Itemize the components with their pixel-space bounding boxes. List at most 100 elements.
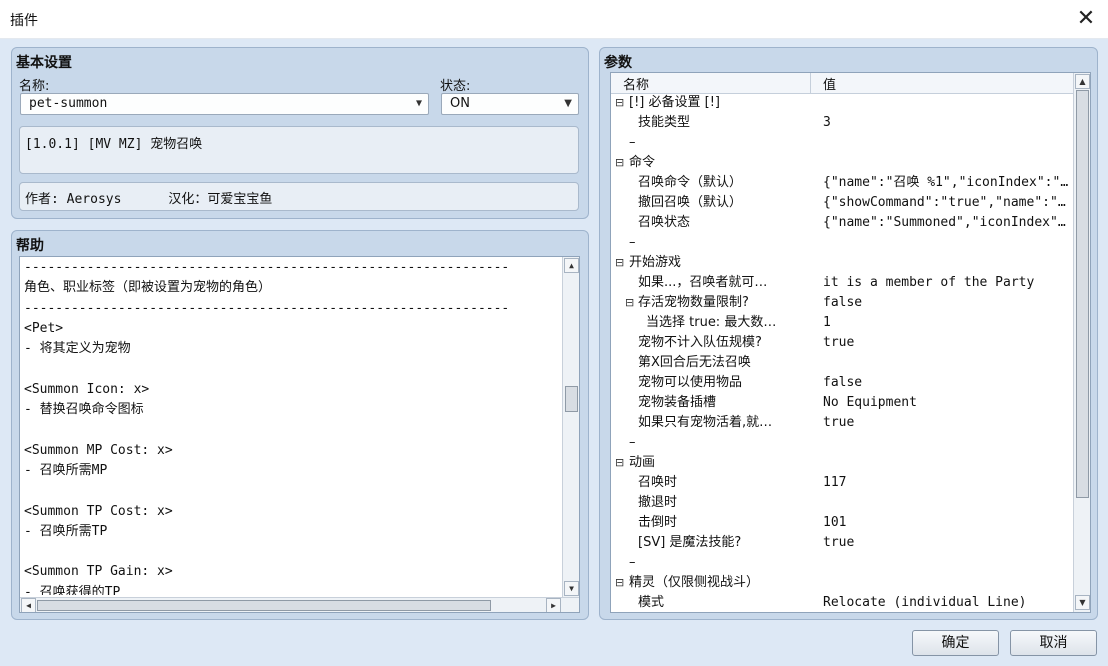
column-header-name[interactable]: 名称 [623, 74, 649, 93]
parameter-name: 存活宠物数量限制? [638, 295, 749, 310]
parameter-row[interactable]: – [611, 233, 1073, 253]
parameter-row[interactable]: 宠物可以使用物品 false [611, 373, 1073, 393]
collapse-toggle-icon[interactable]: ⊟ [615, 253, 624, 273]
scroll-up-icon[interactable]: ▲ [1075, 74, 1090, 89]
parameter-name: 击倒时 [638, 515, 678, 530]
collapse-toggle-icon[interactable]: ⊟ [615, 93, 624, 113]
parameter-row[interactable]: ⊟ 动画 [611, 453, 1073, 473]
parameters-table-header: 名称 值 [611, 73, 1073, 94]
parameter-row[interactable]: 模式 Relocate (individual Line) [611, 593, 1073, 612]
help-line: ----------------------------------------… [24, 300, 510, 316]
parameter-value: {"name":"召唤 %1","iconIndex":"79"… [823, 175, 1071, 190]
parameter-row[interactable]: 宠物装备插槽 No Equipment [611, 393, 1073, 413]
parameter-value: 3 [823, 115, 831, 130]
parameter-value: {"name":"Summoned","iconIndex":"79… [823, 215, 1071, 230]
scroll-right-icon[interactable]: ▶ [546, 598, 561, 612]
parameter-row[interactable]: ⊟ 存活宠物数量限制? false [611, 293, 1073, 313]
help-line: <Summon MP Cost: x> [24, 442, 173, 458]
help-line [20, 359, 560, 379]
parameter-name: 召唤时 [638, 475, 678, 490]
parameter-value: No Equipment [823, 395, 917, 410]
help-horizontal-scrollbar[interactable]: ◀ ▶ [20, 597, 579, 612]
column-header-value[interactable]: 值 [823, 74, 836, 93]
parameter-name: 命令 [629, 155, 656, 170]
cancel-button[interactable]: 取消 [1010, 630, 1097, 656]
parameter-row[interactable]: ⊟ 精灵（仅限侧视战斗） [611, 573, 1073, 593]
help-line [20, 481, 560, 501]
parameter-value: 1 [823, 315, 831, 330]
parameter-row[interactable]: 召唤命令（默认） {"name":"召唤 %1","iconIndex":"79"… [611, 173, 1073, 193]
status-label: 状态: [440, 79, 471, 94]
parameters-panel: 参数 名称 值 ⊟ [!] 必备设置 [!] 技能类型 3– ⊟ 命令 召唤命令（默认） {"… [599, 47, 1098, 620]
parameter-name: – [629, 135, 636, 150]
help-line: - 替换召唤命令图标 [24, 402, 144, 418]
parameter-row[interactable]: ⊟ [!] 必备设置 [!] [611, 93, 1073, 113]
chevron-down-icon: ▼ [564, 98, 572, 109]
help-lines: ----------------------------------------… [20, 258, 560, 595]
parameter-name: – [629, 435, 636, 450]
parameter-value: {"showCommand":"true","name":"撤回… [823, 195, 1071, 210]
basic-settings-title: 基本设置 [16, 55, 72, 71]
help-text-area[interactable]: ----------------------------------------… [19, 256, 580, 613]
status-select[interactable]: ON ▼ [441, 93, 579, 115]
parameter-value: false [823, 375, 863, 390]
scroll-down-icon[interactable]: ▼ [564, 581, 579, 596]
help-scroll-thumb[interactable] [565, 386, 578, 412]
parameter-row[interactable]: [SV] 是魔法技能? true [611, 533, 1073, 553]
help-line: <Summon Icon: x> [24, 381, 150, 397]
parameters-table[interactable]: 名称 值 ⊟ [!] 必备设置 [!] 技能类型 3– ⊟ 命令 召唤命令（默认） {"nam… [610, 72, 1091, 613]
help-panel: 帮助 -------------------------------------… [11, 230, 589, 620]
help-title: 帮助 [16, 238, 44, 254]
parameter-name: 如果...，召唤者就可… [638, 275, 768, 290]
collapse-toggle-icon[interactable]: ⊟ [615, 453, 624, 473]
parameter-row[interactable]: – [611, 433, 1073, 453]
parameter-row[interactable]: 击倒时 101 [611, 513, 1073, 533]
help-line: ----------------------------------------… [24, 260, 510, 275]
parameter-row[interactable]: 如果只有宠物活着,就… true [611, 413, 1073, 433]
help-line: - 将其定义为宠物 [24, 341, 131, 357]
parameter-row[interactable]: 撤回召唤（默认） {"showCommand":"true","name":"撤回… [611, 193, 1073, 213]
parameter-row[interactable]: 宠物不计入队伍规模? true [611, 333, 1073, 353]
help-line: - 召唤所需MP [24, 462, 108, 478]
collapse-toggle-icon[interactable]: ⊟ [615, 573, 624, 593]
parameter-name: 模式 [638, 595, 665, 610]
collapse-toggle-icon[interactable]: ⊟ [615, 153, 624, 173]
parameter-row[interactable]: 如果...，召唤者就可… it is a member of the Party [611, 273, 1073, 293]
parameter-name: 撤退时 [638, 495, 678, 510]
scroll-left-icon[interactable]: ◀ [21, 598, 36, 612]
parameter-row[interactable]: 技能类型 3 [611, 113, 1073, 133]
parameter-name: 宠物可以使用物品 [638, 375, 743, 390]
parameter-row[interactable]: 第X回合后无法召唤 [611, 353, 1073, 373]
scroll-down-icon[interactable]: ▼ [1075, 595, 1090, 610]
parameter-name: 动画 [629, 455, 656, 470]
parameters-scroll-thumb[interactable] [1076, 90, 1089, 498]
parameter-name: 撤回召唤（默认） [638, 195, 743, 210]
close-icon[interactable]: ✕ [1072, 5, 1100, 33]
plugin-author-text: 作者: Aerosys 汉化：可爱宝宝鱼 [25, 192, 273, 207]
parameter-row[interactable]: ⊟ 开始游戏 [611, 253, 1073, 273]
parameter-name: – [629, 555, 636, 570]
plugin-description: [1.0.1] [MV MZ] 宠物召唤 [19, 126, 579, 174]
parameter-value: true [823, 335, 855, 350]
parameter-row[interactable]: 召唤时 117 [611, 473, 1073, 493]
parameter-row[interactable]: ⊟ 命令 [611, 153, 1073, 173]
name-label: 名称: [19, 79, 50, 94]
status-value: ON [450, 96, 470, 111]
parameters-vertical-scrollbar[interactable]: ▲ ▼ [1073, 73, 1090, 612]
window-title: 插件 [10, 13, 38, 29]
parameter-name: 技能类型 [638, 115, 691, 130]
help-line: <Pet> [24, 320, 64, 336]
parameter-value: true [823, 415, 855, 430]
collapse-toggle-icon[interactable]: ⊟ [625, 293, 634, 313]
parameter-row[interactable]: 召唤状态 {"name":"Summoned","iconIndex":"79… [611, 213, 1073, 233]
parameter-row[interactable]: – [611, 133, 1073, 153]
help-hscroll-thumb[interactable] [37, 600, 491, 611]
parameter-name: 宠物不计入队伍规模? [638, 335, 762, 350]
parameter-row[interactable]: 当选择 true: 最大数… 1 [611, 313, 1073, 333]
parameter-row[interactable]: 撤退时 [611, 493, 1073, 513]
help-vertical-scrollbar[interactable]: ▲ ▼ [562, 257, 579, 597]
scroll-up-icon[interactable]: ▲ [564, 258, 579, 273]
ok-button[interactable]: 确定 [912, 630, 999, 656]
plugin-name-select[interactable]: pet-summon ▼ [20, 93, 429, 115]
parameter-row[interactable]: – [611, 553, 1073, 573]
